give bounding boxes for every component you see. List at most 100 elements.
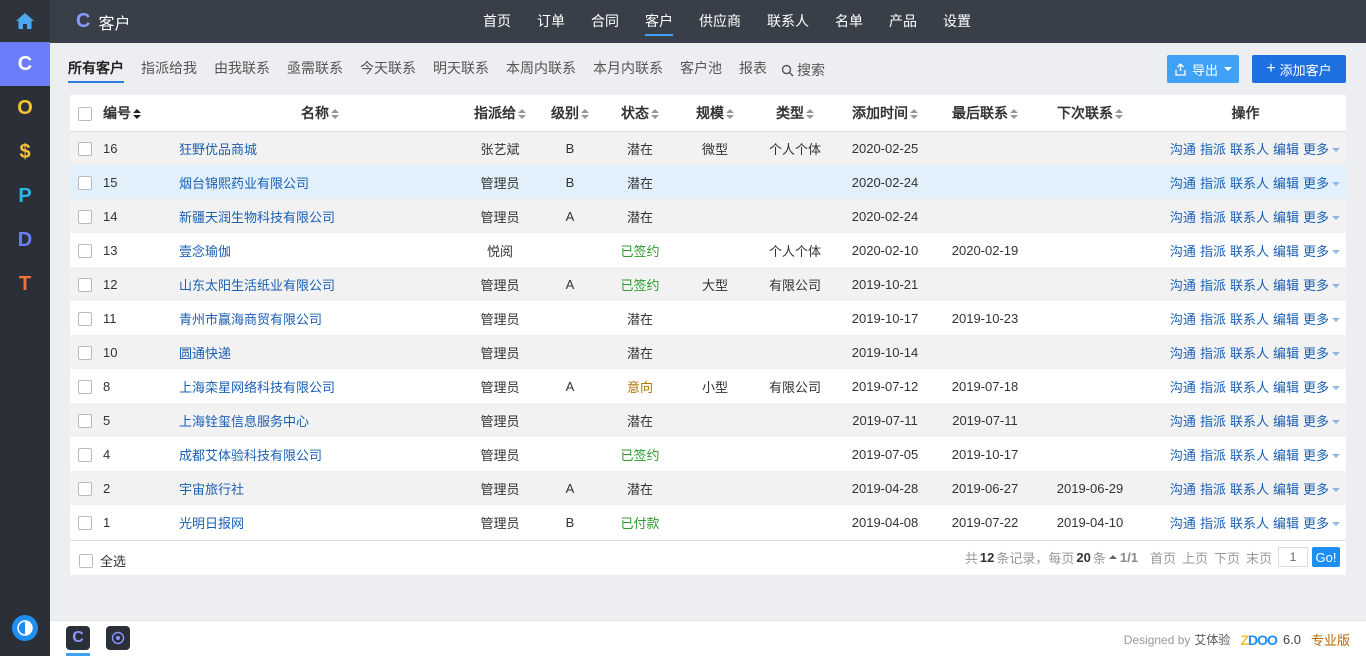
customer-name-link[interactable]: 青州市赢海商贸有限公司 xyxy=(179,312,322,327)
action-assign-link[interactable]: 指派 xyxy=(1200,312,1226,327)
action-more-link[interactable]: 更多 xyxy=(1303,142,1329,157)
action-more-link[interactable]: 更多 xyxy=(1303,244,1329,259)
more-caret-icon[interactable] xyxy=(1332,216,1340,221)
action-more-link[interactable]: 更多 xyxy=(1303,278,1329,293)
nav-item-7[interactable]: 产品 xyxy=(876,0,930,43)
action-contacts-link[interactable]: 联系人 xyxy=(1230,312,1269,327)
filter-tab-7[interactable]: 本月内联系 xyxy=(593,58,663,83)
nav-item-0[interactable]: 首页 xyxy=(470,0,524,43)
action-contacts-link[interactable]: 联系人 xyxy=(1230,176,1269,191)
more-caret-icon[interactable] xyxy=(1332,284,1340,289)
table-row[interactable]: 4 成都艾体验科技有限公司 管理员 已签约 2019-07-05 2019-10-17 沟通… xyxy=(70,437,1346,471)
table-row[interactable]: 14 新疆天润生物科技有限公司 管理员 A 潜在 2020-02-24 沟通 指派 联系人 编辑更… xyxy=(70,199,1346,233)
action-contacts-link[interactable]: 联系人 xyxy=(1230,142,1269,157)
action-edit-link[interactable]: 编辑 xyxy=(1273,312,1299,327)
action-contact-link[interactable]: 沟通 xyxy=(1170,278,1196,293)
action-edit-link[interactable]: 编辑 xyxy=(1273,176,1299,191)
filter-tab-3[interactable]: 亟需联系 xyxy=(287,58,343,83)
row-checkbox[interactable] xyxy=(78,142,92,157)
table-row[interactable]: 11 青州市赢海商贸有限公司 管理员 潜在 2019-10-17 2019-10-23 沟通… xyxy=(70,301,1346,335)
export-button[interactable]: 导出 xyxy=(1167,55,1239,83)
table-row[interactable]: 2 宇宙旅行社 管理员 A 潜在 2019-04-28 2019-06-27 2019-06-… xyxy=(70,471,1346,505)
select-all[interactable]: 全选 xyxy=(79,551,126,570)
column-header-type[interactable]: 类型 xyxy=(755,95,835,132)
theme-toggle-icon[interactable] xyxy=(12,615,38,641)
row-checkbox[interactable] xyxy=(78,243,92,258)
app-switch-o-icon[interactable]: O xyxy=(0,86,50,130)
action-contact-link[interactable]: 沟通 xyxy=(1170,142,1196,157)
action-assign-link[interactable]: 指派 xyxy=(1200,482,1226,497)
action-assign-link[interactable]: 指派 xyxy=(1200,278,1226,293)
action-contact-link[interactable]: 沟通 xyxy=(1170,244,1196,259)
filter-tab-9[interactable]: 报表 xyxy=(739,58,767,83)
row-checkbox[interactable] xyxy=(78,311,92,326)
action-contact-link[interactable]: 沟通 xyxy=(1170,176,1196,191)
customer-name-link[interactable]: 山东太阳生活纸业有限公司 xyxy=(179,278,335,293)
nav-item-6[interactable]: 名单 xyxy=(822,0,876,43)
more-caret-icon[interactable] xyxy=(1332,352,1340,357)
action-contacts-link[interactable]: 联系人 xyxy=(1230,482,1269,497)
action-edit-link[interactable]: 编辑 xyxy=(1273,142,1299,157)
action-edit-link[interactable]: 编辑 xyxy=(1273,346,1299,361)
table-row[interactable]: 8 上海栾星网络科技有限公司 管理员 A 意向 小型 有限公司 2019-07-12 2019-… xyxy=(70,369,1346,403)
action-contact-link[interactable]: 沟通 xyxy=(1170,380,1196,395)
action-assign-link[interactable]: 指派 xyxy=(1200,244,1226,259)
filter-tab-4[interactable]: 今天联系 xyxy=(360,58,416,83)
row-checkbox[interactable] xyxy=(78,345,92,360)
action-contacts-link[interactable]: 联系人 xyxy=(1230,448,1269,463)
customer-name-link[interactable]: 宇宙旅行社 xyxy=(179,482,244,497)
more-caret-icon[interactable] xyxy=(1332,182,1340,187)
more-caret-icon[interactable] xyxy=(1332,420,1340,425)
action-assign-link[interactable]: 指派 xyxy=(1200,448,1226,463)
add-customer-button[interactable]: + 添加客户 xyxy=(1252,55,1346,83)
row-checkbox[interactable] xyxy=(78,447,92,462)
action-assign-link[interactable]: 指派 xyxy=(1200,346,1226,361)
action-edit-link[interactable]: 编辑 xyxy=(1273,414,1299,429)
action-contacts-link[interactable]: 联系人 xyxy=(1230,278,1269,293)
nav-item-8[interactable]: 设置 xyxy=(930,0,984,43)
action-contact-link[interactable]: 沟通 xyxy=(1170,346,1196,361)
more-caret-icon[interactable] xyxy=(1332,250,1340,255)
column-header-last-contact[interactable]: 最后联系 xyxy=(935,95,1035,132)
action-contacts-link[interactable]: 联系人 xyxy=(1230,346,1269,361)
customer-name-link[interactable]: 上海栾星网络科技有限公司 xyxy=(179,380,335,395)
column-header-next-contact[interactable]: 下次联系 xyxy=(1035,95,1145,132)
nav-item-5[interactable]: 联系人 xyxy=(754,0,822,43)
customer-name-link[interactable]: 圆通快递 xyxy=(179,346,231,361)
filter-tab-6[interactable]: 本周内联系 xyxy=(506,58,576,83)
column-header-assigned[interactable]: 指派给 xyxy=(465,95,535,132)
app-switch-c-icon[interactable]: C xyxy=(0,42,50,86)
action-contacts-link[interactable]: 联系人 xyxy=(1230,210,1269,225)
customer-name-link[interactable]: 狂野优品商城 xyxy=(179,142,257,157)
action-edit-link[interactable]: 编辑 xyxy=(1273,210,1299,225)
customer-name-link[interactable]: 成都艾体验科技有限公司 xyxy=(179,448,322,463)
row-checkbox[interactable] xyxy=(78,481,92,496)
row-checkbox[interactable] xyxy=(78,175,92,190)
action-contacts-link[interactable]: 联系人 xyxy=(1230,516,1269,531)
customer-name-link[interactable]: 新疆天润生物科技有限公司 xyxy=(179,210,335,225)
app-switch-t-icon[interactable]: T xyxy=(0,262,50,306)
action-contacts-link[interactable]: 联系人 xyxy=(1230,414,1269,429)
header-checkbox[interactable] xyxy=(78,106,92,121)
table-row[interactable]: 12 山东太阳生活纸业有限公司 管理员 A 已签约 大型 有限公司 2019-10-21 沟通指… xyxy=(70,267,1346,301)
action-edit-link[interactable]: 编辑 xyxy=(1273,380,1299,395)
table-row[interactable]: 13 壹念瑜伽 悦阅 已签约 个人个体 2020-02-10 2020-02-19 沟通 指派联… xyxy=(70,233,1346,267)
row-checkbox[interactable] xyxy=(78,379,92,394)
filter-tab-5[interactable]: 明天联系 xyxy=(433,58,489,83)
customer-name-link[interactable]: 壹念瑜伽 xyxy=(179,244,231,259)
app-switch-dollar-icon[interactable]: $ xyxy=(0,130,50,174)
table-row[interactable]: 16 狂野优品商城 张艺斌 B 潜在 微型 个人个体 2020-02-25 沟通 指派 联系人 编辑更… xyxy=(70,131,1346,165)
search-toggle[interactable]: 搜索 xyxy=(781,60,825,80)
nav-item-4[interactable]: 供应商 xyxy=(686,0,754,43)
action-more-link[interactable]: 更多 xyxy=(1303,482,1329,497)
home-icon[interactable] xyxy=(0,0,50,42)
action-edit-link[interactable]: 编辑 xyxy=(1273,448,1299,463)
go-button[interactable]: Go! xyxy=(1312,547,1340,567)
filter-tab-1[interactable]: 指派给我 xyxy=(141,58,197,83)
action-more-link[interactable]: 更多 xyxy=(1303,380,1329,395)
zdoo-logo[interactable]: ZDOO xyxy=(1240,632,1277,648)
action-more-link[interactable]: 更多 xyxy=(1303,516,1329,531)
action-more-link[interactable]: 更多 xyxy=(1303,414,1329,429)
filter-tab-8[interactable]: 客户池 xyxy=(680,58,722,83)
action-assign-link[interactable]: 指派 xyxy=(1200,516,1226,531)
